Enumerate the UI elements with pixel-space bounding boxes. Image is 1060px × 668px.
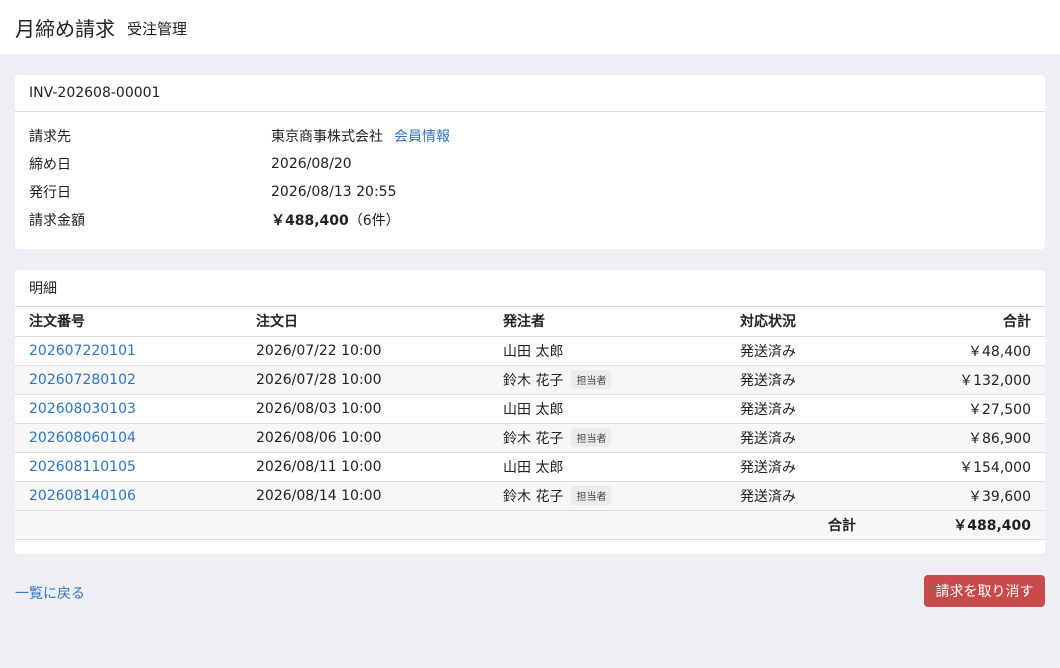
closing-date-label: 締め日 [29,157,71,173]
table-row: 202608110105 2026/08/11 10:00 山田 太郎 発送済み ￥15… [15,452,1045,482]
orderer-name: 山田 太郎 [503,459,564,476]
order-date: 2026/08/03 10:00 [256,394,503,424]
amount-value: ￥488,400 [271,213,349,229]
cancel-invoice-button[interactable]: 請求を取り消す [924,575,1045,607]
order-status: 発送済み [740,365,870,395]
line-items-title: 明細 [15,270,1045,307]
issue-date-value: 2026/08/13 20:55 [271,184,397,200]
orderer-name: 山田 太郎 [503,401,564,418]
billing-to-value: 東京商事株式会社 [271,129,383,145]
order-total: ￥27,500 [870,394,1045,424]
order-status: 発送済み [740,452,870,482]
col-status: 対応状況 [740,307,870,337]
amount-value-wrap: ￥488,400（6件） [271,210,400,230]
orderer-cell: 鈴木 花子 担当者 [503,481,740,511]
table-row: 202607280102 2026/07/28 10:00 鈴木 花子 担当者 発送済み… [15,365,1045,395]
issue-date-label: 発行日 [29,185,71,201]
order-number-link[interactable]: 202608140106 [29,488,136,504]
order-total: ￥48,400 [870,336,1045,366]
orderer-cell: 山田 太郎 [503,394,740,424]
order-date: 2026/08/11 10:00 [256,452,503,482]
issue-date-row: 発行日 2026/08/13 20:55 [15,178,1045,206]
table-row: 202607220101 2026/07/22 10:00 山田 太郎 発送済み ￥48… [15,336,1045,366]
orderer-cell: 鈴木 花子 担当者 [503,423,740,453]
order-date: 2026/07/28 10:00 [256,365,503,395]
orderer-name: 鈴木 花子 [503,372,564,389]
closing-date-row: 締め日 2026/08/20 [15,150,1045,178]
orderer-name: 山田 太郎 [503,343,564,360]
order-number-link[interactable]: 202608110105 [29,459,136,475]
footer-total-label: 合計 [740,510,870,540]
order-status: 発送済み [740,481,870,511]
line-items-card: 明細 注文番号 注文日 発注者 対応状況 合計 202607220101 2026… [15,270,1045,554]
table-footer-row: 合計 ￥488,400 [15,510,1045,540]
order-total: ￥154,000 [870,452,1045,482]
page-subtitle: 受注管理 [127,20,188,38]
order-status: 発送済み [740,336,870,366]
col-orderer: 発注者 [503,307,740,337]
role-badge: 担当者 [571,427,612,447]
table-row: 202608060104 2026/08/06 10:00 鈴木 花子 担当者 発送済み… [15,423,1045,453]
closing-date-value: 2026/08/20 [271,156,352,172]
footer-total-value: ￥488,400 [870,510,1045,540]
billing-to-label: 請求先 [29,129,71,145]
amount-count: （6件） [348,213,400,229]
orderer-cell: 鈴木 花子 担当者 [503,365,740,395]
order-number-link[interactable]: 202608060104 [29,430,136,446]
col-order-no: 注文番号 [15,307,256,337]
col-total: 合計 [870,307,1045,337]
order-date: 2026/08/14 10:00 [256,481,503,511]
order-total: ￥39,600 [870,481,1045,511]
page-header: 月締め請求 受注管理 [0,0,1060,54]
order-date: 2026/08/06 10:00 [256,423,503,453]
invoice-number: INV-202608-00001 [15,75,1045,112]
billing-to-row: 請求先 東京商事株式会社 会員情報 [15,122,1045,150]
back-to-list-link[interactable]: 一覧に戻る [15,583,85,603]
order-date: 2026/07/22 10:00 [256,336,503,366]
orderer-cell: 山田 太郎 [503,452,740,482]
role-badge: 担当者 [571,485,612,505]
table-row: 202608030103 2026/08/03 10:00 山田 太郎 発送済み ￥27… [15,394,1045,424]
order-status: 発送済み [740,394,870,424]
amount-row: 請求金額 ￥488,400（6件） [15,206,1045,234]
invoice-summary-card: INV-202608-00001 請求先 東京商事株式会社 会員情報 締め日 2… [15,75,1045,249]
table-row: 202608140106 2026/08/14 10:00 鈴木 花子 担当者 発送済み… [15,481,1045,511]
amount-label: 請求金額 [29,213,85,229]
order-number-link[interactable]: 202608030103 [29,401,136,417]
orderer-name: 鈴木 花子 [503,488,564,505]
line-items-table: 注文番号 注文日 発注者 対応状況 合計 202607220101 2026/07… [15,307,1045,540]
table-header-row: 注文番号 注文日 発注者 対応状況 合計 [15,307,1045,337]
page-title: 月締め請求 [15,16,115,41]
order-total: ￥86,900 [870,423,1045,453]
member-info-link[interactable]: 会員情報 [394,126,450,146]
orderer-cell: 山田 太郎 [503,336,740,366]
order-number-link[interactable]: 202607220101 [29,343,136,359]
col-order-date: 注文日 [256,307,503,337]
order-status: 発送済み [740,423,870,453]
order-number-link[interactable]: 202607280102 [29,372,136,388]
invoice-details: 請求先 東京商事株式会社 会員情報 締め日 2026/08/20 発行日 202… [15,112,1045,234]
orderer-name: 鈴木 花子 [503,430,564,447]
role-badge: 担当者 [571,369,612,389]
order-total: ￥132,000 [870,365,1045,395]
